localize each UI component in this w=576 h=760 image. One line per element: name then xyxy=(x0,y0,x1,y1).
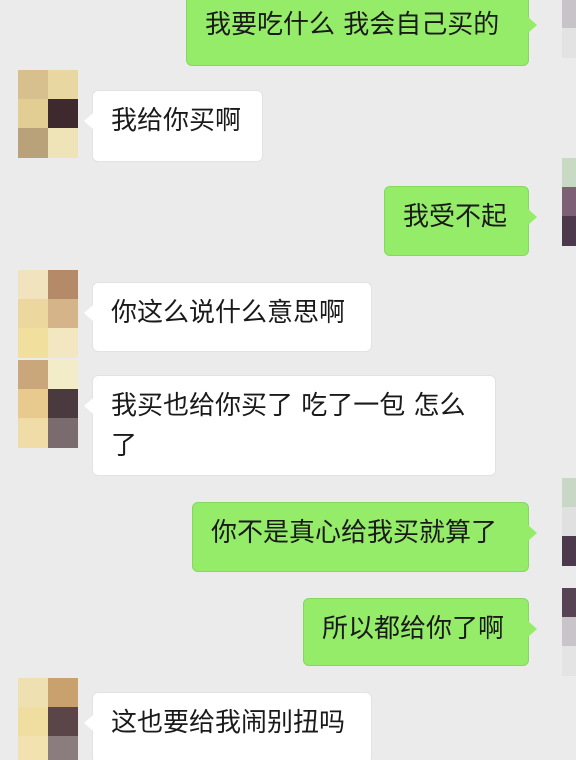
message-text: 我给你买啊 xyxy=(111,106,242,136)
message-bubble-incoming[interactable]: 我买也给你买了 吃了一包 怎么了 xyxy=(84,375,496,476)
message-bubble-outgoing[interactable]: 你不是真心给我买就算了 xyxy=(192,502,537,572)
self-avatar-icon[interactable] xyxy=(562,0,576,58)
message-bubble-outgoing[interactable]: 所以都给你了啊 xyxy=(303,598,537,666)
message-text: 我要吃什么 我会自己买的 xyxy=(205,10,500,40)
message-bubble-incoming[interactable]: 我给你买啊 xyxy=(84,90,263,162)
message-bubble-outgoing[interactable]: 我要吃什么 我会自己买的 xyxy=(186,0,537,66)
contact-avatar-icon[interactable] xyxy=(18,70,78,158)
message-text: 你这么说什么意思啊 xyxy=(111,298,346,328)
message-text: 这也要给我闹别扭吗 xyxy=(111,708,346,738)
self-avatar-icon[interactable] xyxy=(562,478,576,566)
message-text: 你不是真心给我买就算了 xyxy=(211,518,498,548)
message-bubble-incoming[interactable]: 你这么说什么意思啊 xyxy=(84,282,372,352)
contact-avatar-icon[interactable] xyxy=(18,270,78,358)
message-bubble-incoming[interactable]: 这也要给我闹别扭吗 xyxy=(84,692,372,760)
self-avatar-icon[interactable] xyxy=(562,588,576,676)
message-bubble-outgoing[interactable]: 我受不起 xyxy=(384,186,537,256)
contact-avatar-icon[interactable] xyxy=(18,360,78,448)
self-avatar-icon[interactable] xyxy=(562,158,576,246)
contact-avatar-icon[interactable] xyxy=(18,678,78,760)
message-text: 所以都给你了啊 xyxy=(322,614,505,644)
message-text: 我受不起 xyxy=(403,202,508,232)
message-text: 我买也给你买了 吃了一包 怎么了 xyxy=(111,391,466,461)
chat-window: 我要吃什么 我会自己买的 我给你买啊 我受不起 你这么说什么意思啊 我买也给你买… xyxy=(0,0,576,760)
